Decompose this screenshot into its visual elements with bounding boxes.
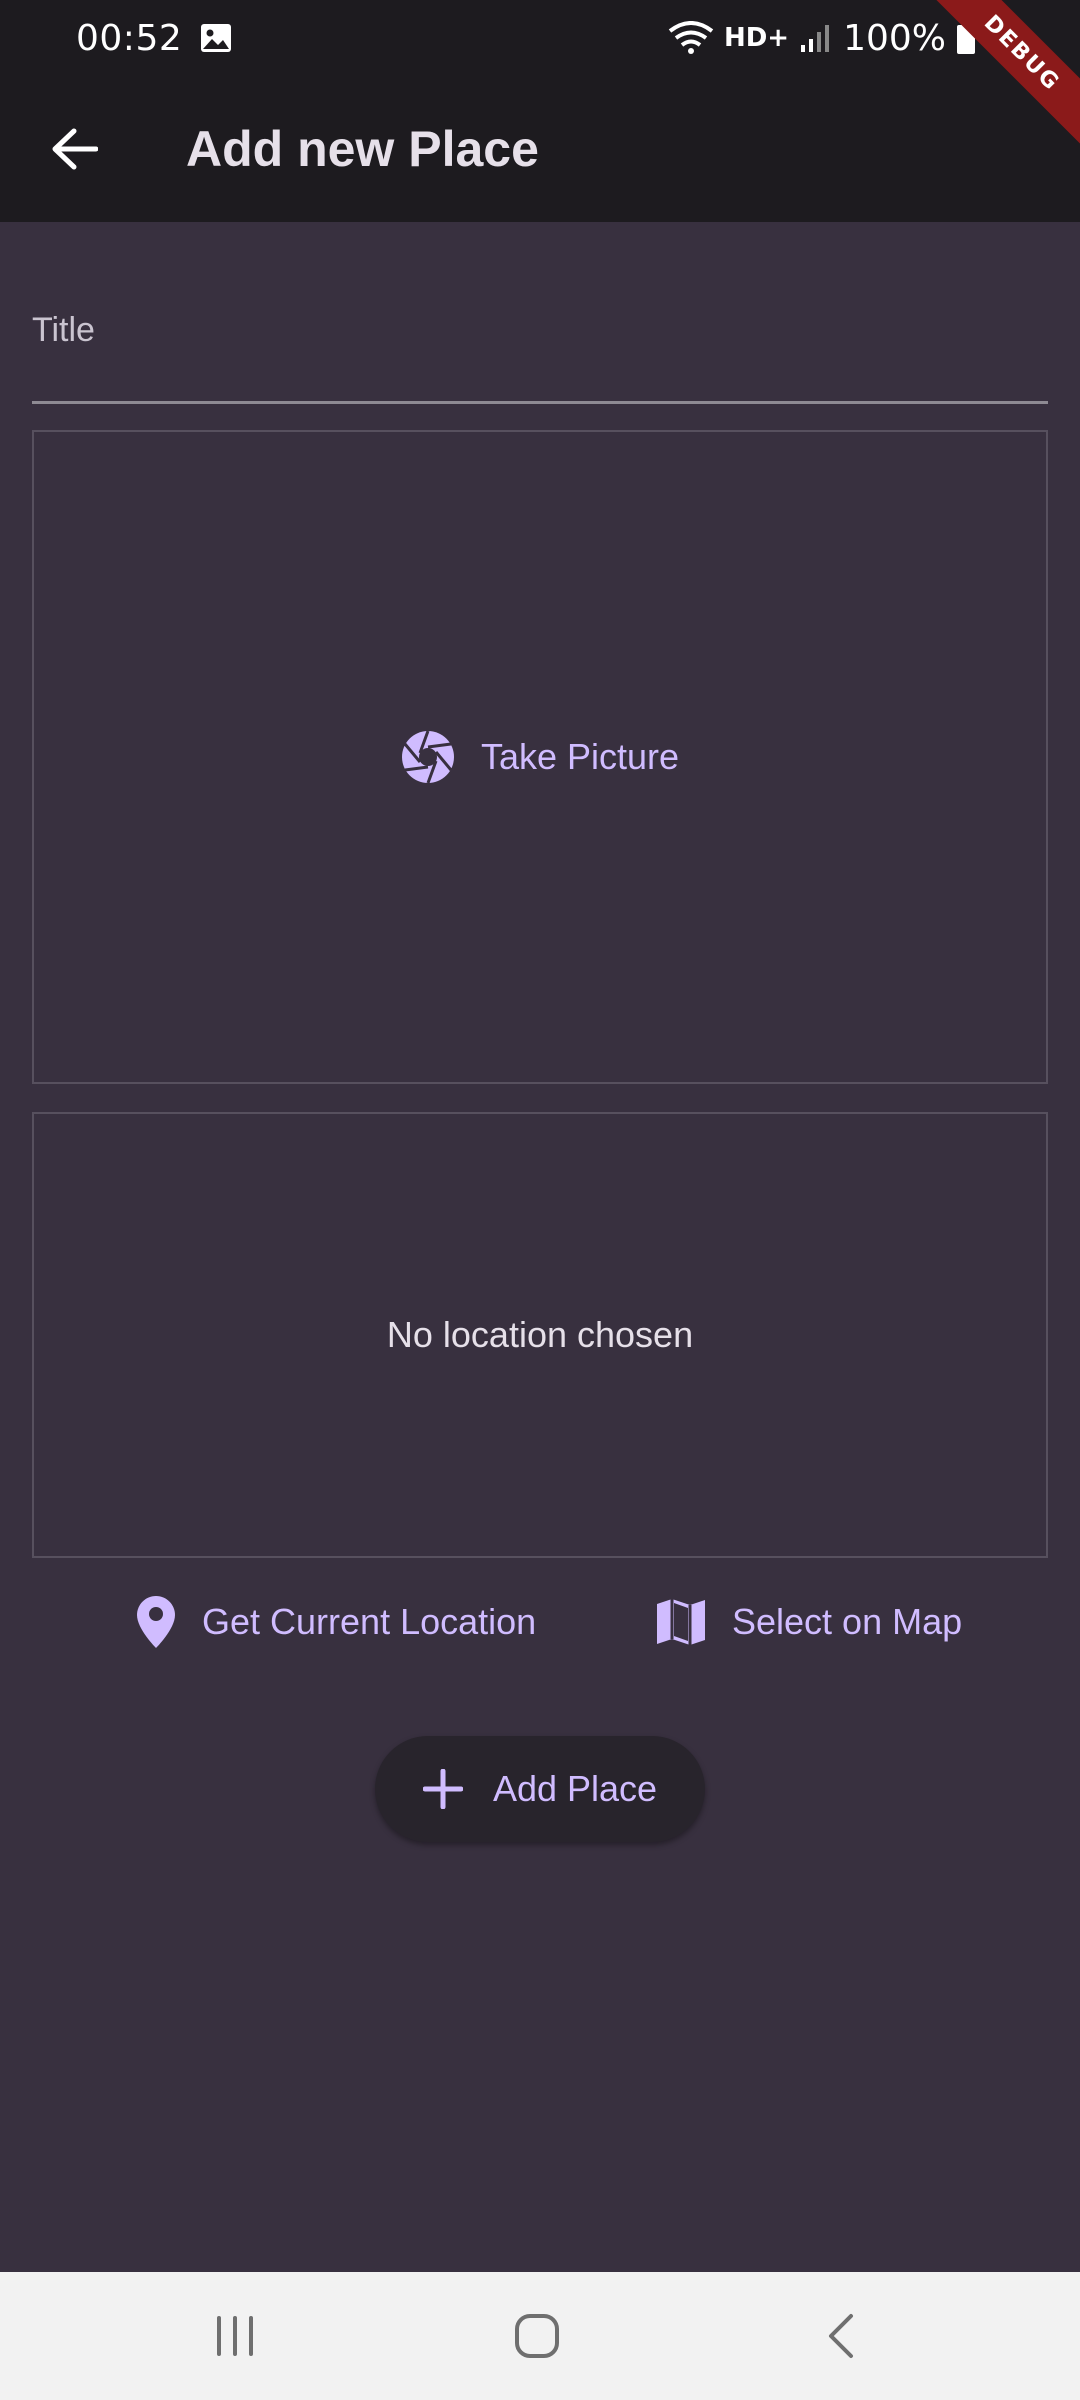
location-preview: No location chosen bbox=[32, 1112, 1048, 1558]
map-icon bbox=[657, 1599, 705, 1645]
get-current-location-button[interactable]: Get Current Location bbox=[136, 1582, 536, 1662]
select-on-map-label: Select on Map bbox=[732, 1601, 963, 1642]
no-location-text: No location chosen bbox=[386, 1314, 694, 1355]
system-back-button[interactable] bbox=[786, 2296, 896, 2376]
signal-icon bbox=[801, 25, 830, 52]
back-button[interactable] bbox=[26, 101, 122, 197]
status-bar: 00:52 HD+ 100% bbox=[0, 0, 1080, 76]
location-actions: Get Current Location Select on Map bbox=[0, 1582, 1080, 1662]
status-indicators: HD+ 100% bbox=[668, 0, 976, 76]
add-place-button[interactable]: Add Place bbox=[375, 1736, 705, 1842]
page-title: Add new Place bbox=[186, 121, 539, 177]
battery-percentage: 100% bbox=[843, 17, 946, 59]
take-picture-label: Take Picture bbox=[480, 736, 680, 777]
recents-icon bbox=[217, 2316, 253, 2356]
home-button[interactable] bbox=[482, 2296, 592, 2376]
network-type: HD+ bbox=[723, 23, 790, 53]
location-pin-icon bbox=[137, 1596, 175, 1648]
system-nav-bar bbox=[0, 2272, 1080, 2400]
arrow-back-icon bbox=[52, 128, 98, 170]
plus-icon bbox=[422, 1769, 463, 1809]
recents-button[interactable] bbox=[180, 2296, 290, 2376]
wifi-icon bbox=[668, 21, 714, 54]
title-input[interactable] bbox=[32, 290, 1048, 401]
chevron-left-icon bbox=[829, 2314, 853, 2358]
select-on-map-button[interactable]: Select on Map bbox=[656, 1582, 962, 1662]
take-picture-button[interactable]: Take Picture bbox=[401, 730, 679, 784]
status-time: 00:52 bbox=[76, 17, 183, 59]
home-icon bbox=[515, 2314, 559, 2358]
add-place-label: Add Place bbox=[492, 1768, 658, 1809]
camera-aperture-icon bbox=[401, 730, 454, 784]
image-input-box: Take Picture bbox=[32, 430, 1048, 1084]
app-bar: Add new Place bbox=[0, 76, 1080, 222]
gallery-notification-icon bbox=[201, 24, 232, 52]
get-current-location-label: Get Current Location bbox=[202, 1601, 537, 1642]
title-field[interactable] bbox=[32, 290, 1048, 404]
